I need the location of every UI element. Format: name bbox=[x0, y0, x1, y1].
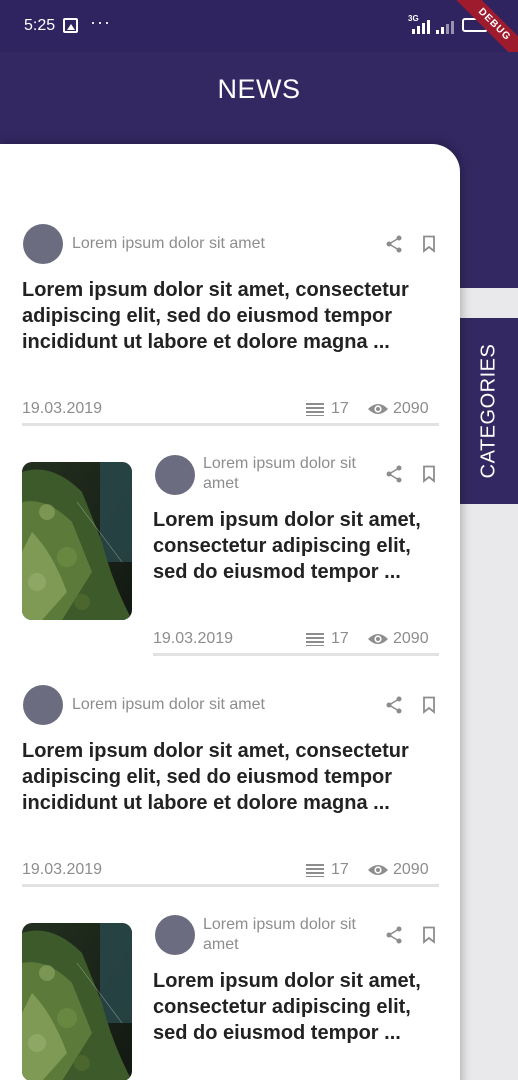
views-value: 2090 bbox=[393, 400, 429, 417]
author-name: Lorem ipsum dolor sit amet bbox=[72, 235, 265, 252]
status-time: 5:25 bbox=[24, 17, 56, 34]
signal-2-icon bbox=[436, 18, 454, 34]
gallery-notification-icon bbox=[63, 18, 78, 33]
divider bbox=[22, 423, 439, 426]
author-avatar bbox=[23, 224, 63, 264]
article-item[interactable]: Lorem ipsum dolor sit amet Lorem ipsum d… bbox=[0, 904, 460, 1080]
author-avatar bbox=[155, 455, 195, 495]
comments-value: 17 bbox=[331, 630, 349, 647]
article-date: 19.03.2019 bbox=[153, 630, 234, 647]
bookmark-icon[interactable] bbox=[421, 696, 437, 714]
moss-rock-image bbox=[22, 462, 132, 620]
list-icon bbox=[306, 403, 324, 416]
share-icon[interactable] bbox=[384, 925, 404, 945]
list-icon bbox=[306, 633, 324, 646]
status-bar: 5:25 ··· 3G DEBUG bbox=[0, 0, 518, 74]
comments-count: 17 bbox=[306, 630, 349, 648]
article-title: Lorem ipsum dolor sit amet, consectetur … bbox=[22, 279, 409, 353]
article-title: Lorem ipsum dolor sit amet, consectetur … bbox=[153, 509, 421, 583]
article-date: 19.03.2019 bbox=[22, 400, 103, 417]
share-icon[interactable] bbox=[384, 234, 404, 254]
article-item[interactable]: Lorem ipsum dolor sit amet Lorem ipsum d… bbox=[0, 674, 460, 894]
views-value: 2090 bbox=[393, 630, 429, 647]
author-avatar bbox=[155, 915, 195, 955]
author-name: Lorem ipsum dolor sit amet bbox=[203, 916, 356, 953]
author-avatar bbox=[23, 685, 63, 725]
categories-tab[interactable]: CATEGORIES bbox=[460, 318, 518, 504]
article-thumbnail bbox=[22, 462, 132, 620]
author-name: Lorem ipsum dolor sit amet bbox=[72, 696, 265, 713]
views-count: 2090 bbox=[367, 630, 429, 648]
article-title: Lorem ipsum dolor sit amet, consectetur … bbox=[153, 970, 421, 1044]
comments-count: 17 bbox=[306, 400, 349, 418]
article-thumbnail bbox=[22, 923, 132, 1080]
moss-rock-image bbox=[22, 923, 132, 1080]
article-title: Lorem ipsum dolor sit amet, consectetur … bbox=[22, 740, 409, 814]
eye-icon bbox=[368, 634, 388, 644]
eye-icon bbox=[368, 404, 388, 414]
article-item[interactable]: Lorem ipsum dolor sit amet Lorem ipsum d… bbox=[0, 144, 460, 428]
comments-value: 17 bbox=[331, 861, 349, 878]
categories-label: CATEGORIES bbox=[477, 343, 500, 479]
bookmark-icon[interactable] bbox=[421, 926, 437, 944]
divider bbox=[153, 653, 439, 656]
news-list-card: Lorem ipsum dolor sit amet Lorem ipsum d… bbox=[0, 144, 460, 1080]
share-icon[interactable] bbox=[384, 464, 404, 484]
comments-count: 17 bbox=[306, 861, 349, 879]
more-notifications-icon: ··· bbox=[90, 12, 111, 32]
author-name: Lorem ipsum dolor sit amet bbox=[203, 455, 356, 492]
share-icon[interactable] bbox=[384, 695, 404, 715]
eye-icon bbox=[368, 865, 388, 875]
views-value: 2090 bbox=[393, 861, 429, 878]
comments-value: 17 bbox=[331, 400, 349, 417]
signal-icon bbox=[412, 18, 430, 34]
views-count: 2090 bbox=[367, 400, 429, 418]
article-item[interactable]: Lorem ipsum dolor sit amet Lorem ipsum d… bbox=[0, 444, 460, 664]
views-count: 2090 bbox=[367, 861, 429, 879]
article-date: 19.03.2019 bbox=[22, 861, 103, 878]
bookmark-icon[interactable] bbox=[421, 465, 437, 483]
divider bbox=[22, 884, 439, 887]
list-icon bbox=[306, 864, 324, 877]
page-title: NEWS bbox=[217, 74, 301, 104]
bookmark-icon[interactable] bbox=[421, 235, 437, 253]
